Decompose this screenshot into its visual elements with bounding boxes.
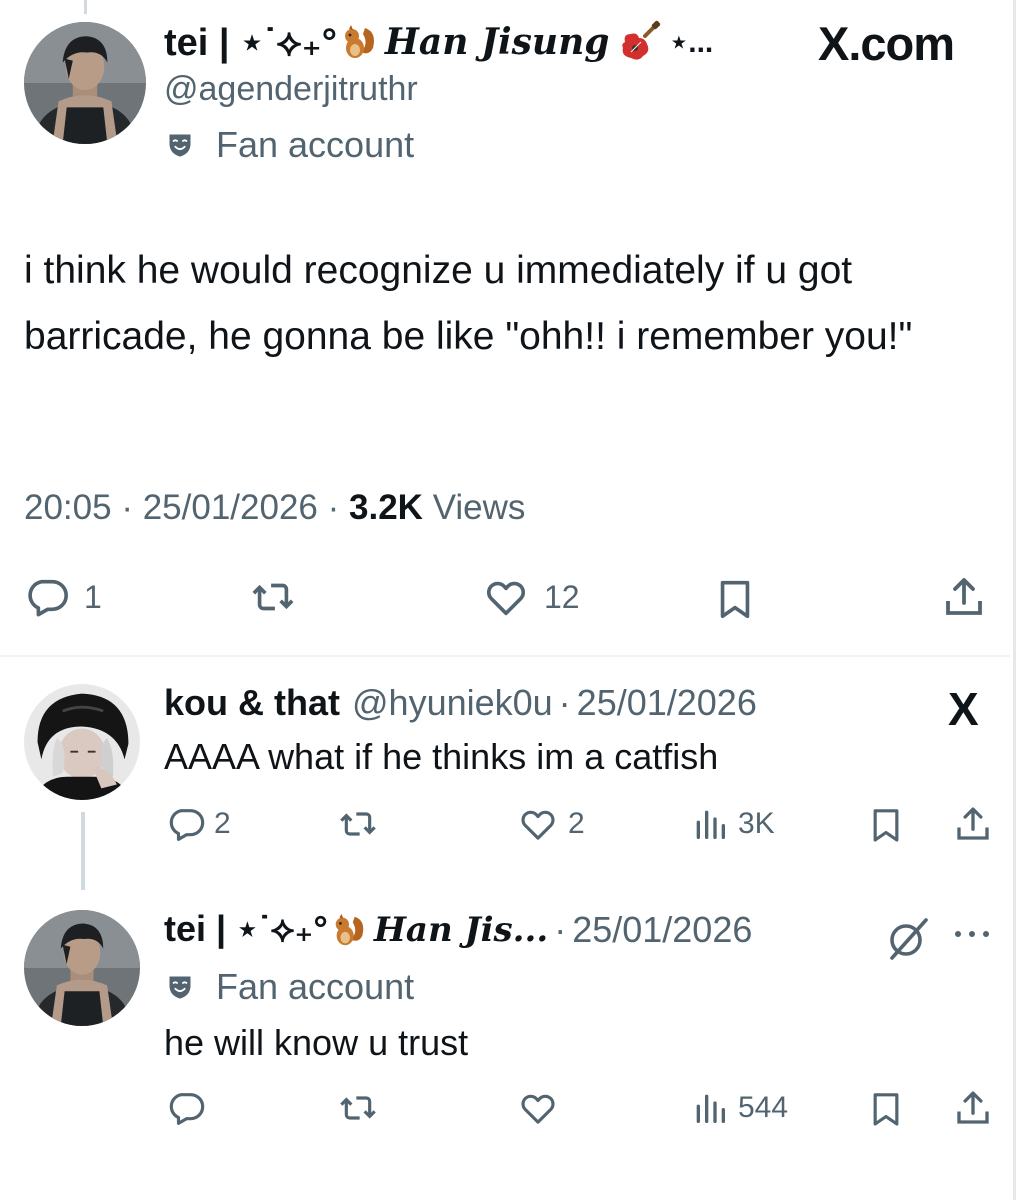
bookmark-icon	[720, 580, 750, 619]
share-button[interactable]	[952, 1086, 994, 1130]
views-count: 3K	[738, 807, 775, 840]
grok-icon[interactable]	[884, 914, 932, 962]
fan-account-label: Fan account	[166, 124, 414, 166]
author-name-script[interactable]: Han Jis...	[374, 910, 548, 950]
tweet-date[interactable]: 25/01/2026	[577, 682, 757, 724]
tweet-actions: 1 12	[0, 570, 1010, 630]
share-icon	[957, 1091, 989, 1124]
views-count: 3.2K	[349, 488, 423, 527]
views-button[interactable]: 544	[690, 1088, 788, 1128]
reply-header: tei | ⋆˙⟡₊° Han Jis... · 25/01/2026	[164, 908, 752, 951]
tweet-text: AAAA what if he thinks im a catfish	[164, 736, 719, 777]
like-count: 12	[544, 578, 580, 615]
avatar[interactable]	[24, 22, 146, 144]
fan-account-label: Fan account	[166, 966, 414, 1008]
views-icon	[696, 1094, 725, 1123]
reply-tweet[interactable]: kou & that @hyuniek0u · 25/01/2026 X AAA…	[0, 670, 1010, 876]
avatar[interactable]	[24, 684, 140, 800]
retweet-button[interactable]	[248, 574, 298, 620]
reply-button[interactable]: 1	[24, 574, 102, 620]
author-handle[interactable]: @hyuniek0u	[352, 682, 553, 724]
retweet-icon	[340, 1096, 376, 1120]
reply-icon	[169, 1093, 205, 1125]
retweet-icon	[340, 812, 376, 836]
share-button[interactable]	[952, 802, 994, 846]
tweet-actions: 2 2 3K	[0, 802, 1010, 852]
guitar-emoji	[622, 20, 661, 60]
tweet-text: i think he would recognize u immediately…	[24, 249, 913, 358]
tweet-actions: 544	[0, 1086, 1010, 1136]
main-tweet: tei | ⋆˙⟡₊° Han Jisung ⋆... X.com @agend…	[0, 0, 1010, 656]
retweet-button[interactable]	[336, 804, 380, 844]
retweet-button[interactable]	[336, 1088, 380, 1128]
author-name-suffix: ⋆...	[669, 25, 714, 59]
bookmark-icon	[873, 809, 899, 842]
reply-icon	[169, 809, 205, 841]
reply-count: 1	[84, 578, 102, 615]
like-icon	[521, 1094, 555, 1124]
fan-account-icon	[169, 134, 191, 157]
tweet-date[interactable]: 25/01/2026	[143, 488, 318, 527]
reply-button[interactable]: 2	[166, 804, 231, 844]
divider	[0, 655, 1010, 657]
fan-account-text: Fan account	[216, 966, 415, 1007]
tweet-text: he will know u trust	[164, 1022, 469, 1063]
meta-separator: ·	[558, 682, 571, 723]
views-label: Views	[432, 488, 526, 527]
avatar[interactable]	[24, 910, 140, 1026]
author-name-prefix: tei | ⋆˙⟡₊°	[164, 21, 337, 64]
views-button[interactable]: 3K	[690, 804, 775, 844]
tweet-meta: 20:05 · 25/01/2026 · 3.2K Views	[24, 488, 525, 528]
like-icon	[486, 581, 526, 616]
thread-connector	[81, 812, 85, 890]
author-name-prefix[interactable]: tei | ⋆˙⟡₊°	[164, 908, 328, 951]
fan-account-icon	[169, 976, 191, 999]
author-name-script: Han Jisung	[384, 21, 610, 63]
meta-separator: ·	[327, 488, 340, 527]
author-handle[interactable]: @agenderjitruthr	[164, 70, 418, 109]
share-icon	[957, 807, 989, 840]
author-name[interactable]: tei | ⋆˙⟡₊° Han Jisung ⋆...	[164, 18, 713, 66]
like-button[interactable]: 12	[482, 574, 580, 620]
bookmark-button[interactable]	[866, 804, 906, 846]
reply-button[interactable]	[166, 1088, 206, 1128]
squirrel-emoji	[335, 913, 364, 945]
reply-tweet[interactable]: tei | ⋆˙⟡₊° Han Jis... · 25/01/2026 Fan …	[0, 900, 1010, 1200]
author-name[interactable]: kou & that	[164, 682, 340, 724]
meta-separator: ·	[121, 488, 133, 527]
fan-account-text: Fan account	[216, 124, 415, 165]
share-icon	[946, 578, 982, 615]
like-button[interactable]	[516, 1088, 560, 1128]
reply-count: 2	[214, 807, 231, 840]
page-edge	[1013, 0, 1016, 1200]
meta-separator: ·	[554, 908, 567, 950]
reply-header: kou & that @hyuniek0u · 25/01/2026	[164, 682, 757, 724]
bookmark-button[interactable]	[866, 1088, 906, 1130]
tweet-date[interactable]: 25/01/2026	[572, 909, 752, 951]
like-icon	[521, 810, 555, 840]
share-button[interactable]	[940, 572, 988, 622]
views-count: 544	[738, 1091, 789, 1124]
views-icon	[696, 810, 725, 839]
like-button[interactable]: 2	[516, 804, 585, 844]
bookmark-icon	[873, 1093, 899, 1126]
bookmark-button[interactable]	[712, 574, 758, 624]
more-icon[interactable]	[952, 928, 992, 940]
tweet-time[interactable]: 20:05	[24, 488, 112, 527]
x-com-watermark: X.com	[818, 17, 955, 70]
like-count: 2	[568, 807, 585, 840]
retweet-icon	[252, 583, 294, 611]
x-logo-icon: X	[948, 683, 979, 735]
squirrel-emoji	[344, 25, 374, 58]
reply-icon	[28, 579, 68, 617]
